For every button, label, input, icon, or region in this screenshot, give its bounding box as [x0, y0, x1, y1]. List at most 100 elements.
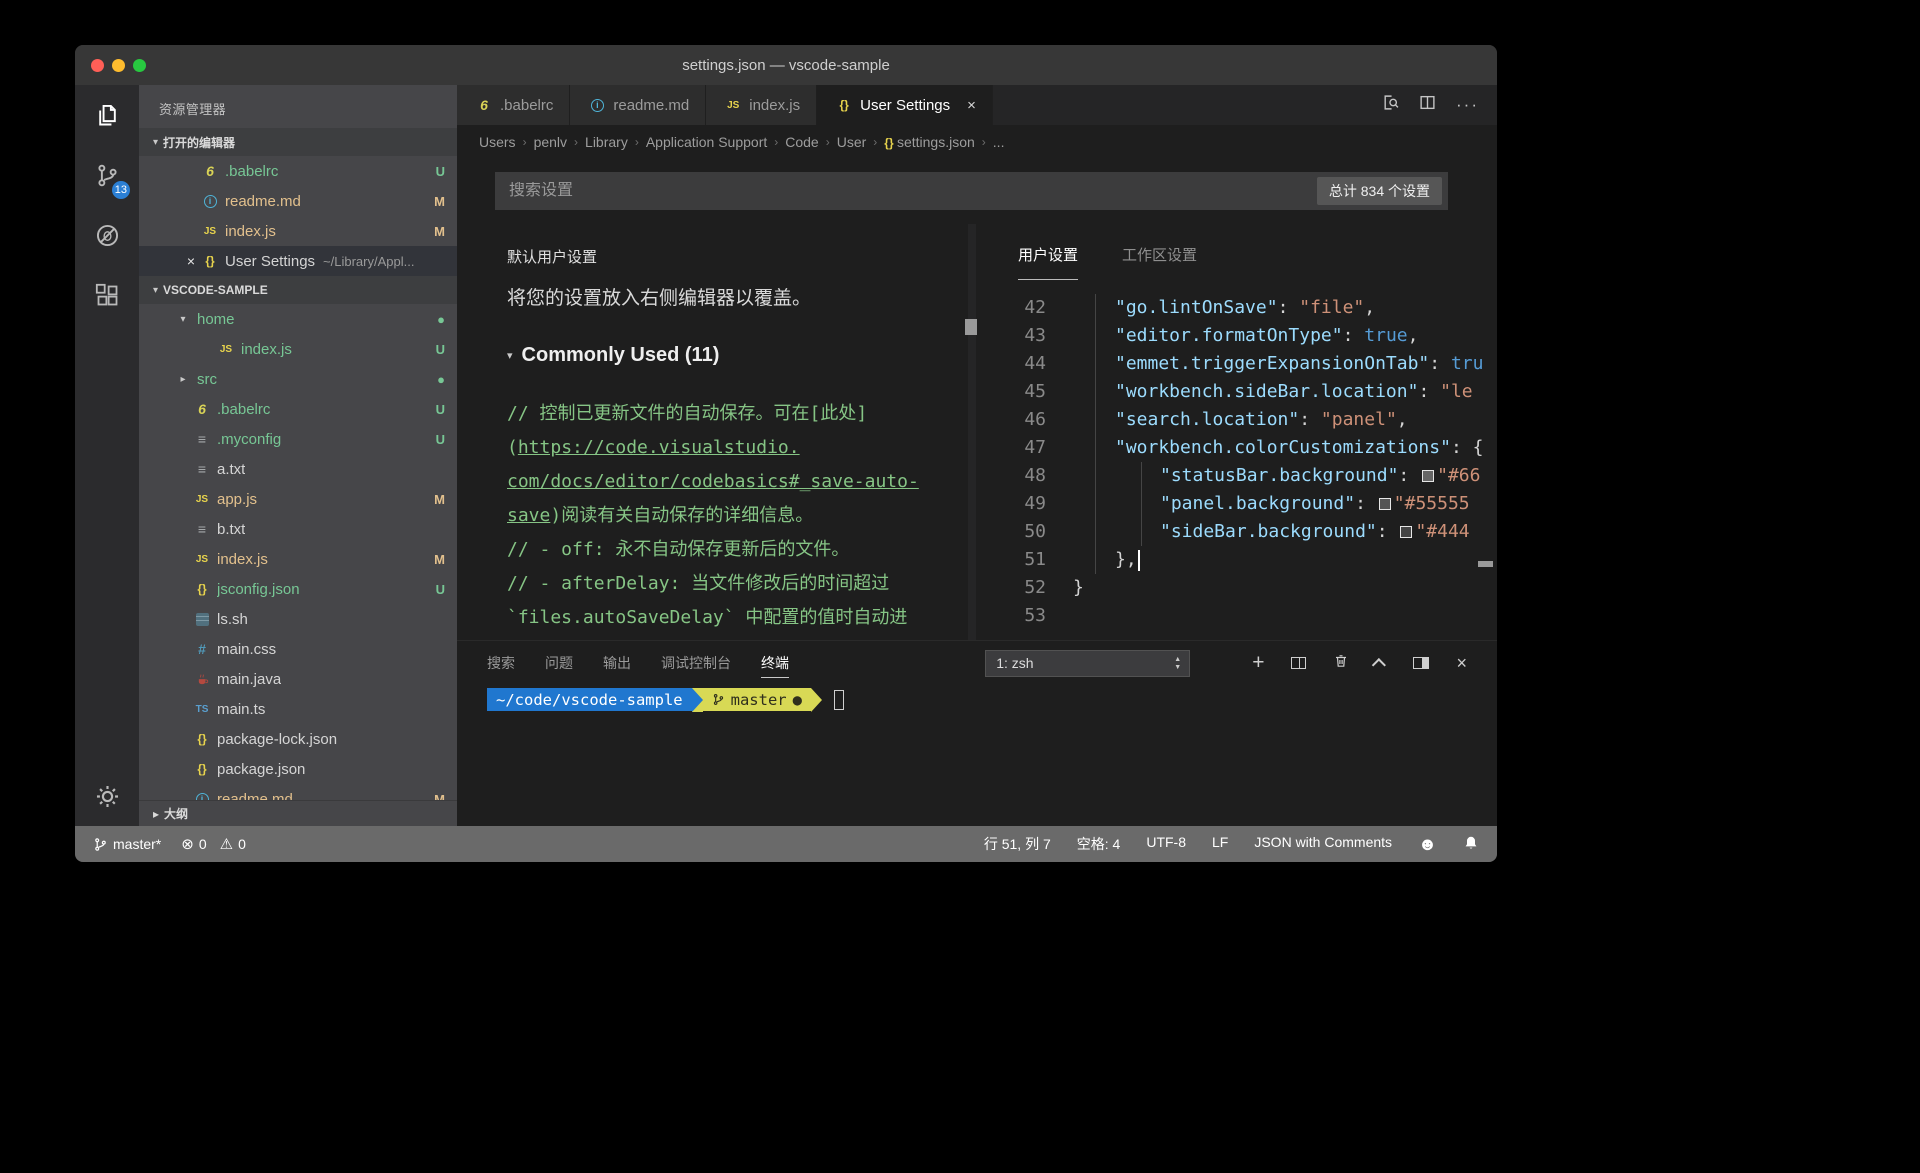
settings-scope-tab[interactable]: 用户设置 — [1018, 244, 1078, 280]
breadcrumb-item[interactable]: User — [837, 134, 867, 150]
feedback-smiley-icon[interactable]: ☻ — [1418, 834, 1437, 855]
tree-item[interactable]: ≡a.txt — [139, 454, 457, 484]
new-terminal-icon[interactable]: + — [1252, 655, 1264, 671]
tree-item[interactable]: {}package-lock.json — [139, 724, 457, 754]
tab-label: .babelrc — [500, 97, 553, 114]
sidebar-title: 资源管理器 — [139, 85, 457, 128]
debug-icon[interactable] — [75, 205, 139, 265]
tree-item[interactable]: {}jsconfig.jsonU — [139, 574, 457, 604]
file-label: .babelrc — [225, 163, 278, 180]
editor-tab-user-settings[interactable]: {}User Settings× — [817, 85, 993, 125]
search-editor-icon[interactable] — [1382, 94, 1399, 116]
status-item[interactable]: UTF-8 — [1146, 834, 1186, 854]
open-editor-item[interactable]: ireadme.mdM — [139, 186, 457, 216]
breadcrumb-item[interactable]: Library — [585, 134, 628, 150]
git-branch-status[interactable]: master* — [93, 836, 161, 852]
extensions-icon[interactable] — [75, 265, 139, 325]
panel-tab-问题[interactable]: 问题 — [545, 649, 573, 678]
split-editor-icon[interactable] — [1419, 94, 1436, 116]
panel-tab-终端[interactable]: 终端 — [761, 649, 789, 678]
close-window-button[interactable] — [91, 59, 104, 72]
panel-tab-调试控制台[interactable]: 调试控制台 — [661, 649, 731, 678]
js-file-icon: JS — [193, 494, 211, 505]
explorer-icon[interactable] — [75, 85, 139, 145]
panel-tab-搜索[interactable]: 搜索 — [487, 649, 515, 678]
breadcrumb-item[interactable]: Users — [479, 134, 516, 150]
git-status-badge: ● — [431, 312, 445, 327]
notifications-bell-icon[interactable] — [1463, 835, 1479, 854]
open-editor-item[interactable]: JSindex.jsM — [139, 216, 457, 246]
breadcrumb-item[interactable]: penlv — [534, 134, 567, 150]
kill-terminal-icon[interactable] — [1333, 653, 1349, 674]
open-editor-item[interactable]: 6.babelrcU — [139, 156, 457, 186]
split-terminal-icon[interactable] — [1291, 657, 1306, 669]
close-tab-icon[interactable]: × — [967, 97, 976, 114]
file-label: index.js — [241, 341, 292, 358]
status-item[interactable]: JSON with Comments — [1254, 834, 1392, 854]
status-bar: master* ⊗ 0 ⚠ 0 行 51, 列 7 空格: 4 UTF-8 LF JSO… — [75, 826, 1497, 862]
file-label: src — [197, 371, 217, 388]
breadcrumb-item[interactable]: {} settings.json — [884, 134, 975, 150]
settings-gear-icon[interactable] — [75, 766, 139, 826]
tree-item[interactable]: JSapp.jsM — [139, 484, 457, 514]
tree-item[interactable]: JSindex.jsM — [139, 544, 457, 574]
status-item[interactable]: 行 51, 列 7 — [984, 834, 1051, 854]
doc-link[interactable]: com/docs/editor/codebasics#_save-auto- — [507, 471, 919, 492]
js-file-icon: JS — [217, 344, 235, 355]
git-status-badge: M — [428, 194, 445, 209]
project-section-header[interactable]: ▾ VSCODE-SAMPLE — [139, 276, 457, 304]
tree-item[interactable]: 6.babelrcU — [139, 394, 457, 424]
tree-item[interactable]: ▸src● — [139, 364, 457, 394]
tree-item[interactable]: ≡ .myconfig U — [139, 424, 457, 454]
toggle-panel-position-icon[interactable] — [1413, 657, 1429, 669]
status-item[interactable]: LF — [1212, 834, 1228, 854]
settings-hint-text: 将您的设置放入右侧编辑器以覆盖。 — [507, 283, 968, 310]
maximize-panel-icon[interactable] — [1372, 658, 1386, 672]
git-status-badge: ● — [431, 372, 445, 387]
breadcrumb-separator-icon: › — [574, 135, 578, 149]
editor-tab-readme-md[interactable]: ireadme.md — [570, 85, 706, 125]
open-editors-header[interactable]: ▾ 打开的编辑器 — [139, 128, 457, 156]
outline-section-header[interactable]: ▸ 大纲 — [139, 800, 457, 826]
open-editor-item[interactable]: ×{}User Settings~/Library/Appl... — [139, 246, 457, 276]
settings-scope-tab[interactable]: 工作区设置 — [1122, 244, 1197, 280]
close-panel-icon[interactable]: × — [1456, 653, 1467, 674]
tree-item[interactable]: ireadme.mdM — [139, 784, 457, 800]
color-swatch — [1379, 498, 1391, 510]
editor-tab-index-js[interactable]: JSindex.js — [706, 85, 817, 125]
settings-search-input[interactable] — [495, 182, 1162, 200]
problems-status[interactable]: ⊗ 0 ⚠ 0 — [181, 835, 246, 853]
git-status-badge: U — [430, 432, 445, 447]
tree-item[interactable]: ▾home● — [139, 304, 457, 334]
terminal[interactable]: ~/code/vscode-sample master ● — [457, 685, 1497, 826]
status-item[interactable]: 空格: 4 — [1077, 834, 1121, 854]
more-actions-icon[interactable]: ··· — [1456, 95, 1479, 115]
commonly-used-section[interactable]: ▾ Commonly Used (11) — [507, 344, 968, 367]
tree-item[interactable]: main.java — [139, 664, 457, 694]
lines-file-icon: ≡ — [193, 431, 211, 447]
terminal-picker-select[interactable]: 1: zsh ▲▼ — [985, 650, 1190, 677]
editor-tab--babelrc[interactable]: 6.babelrc — [457, 85, 570, 125]
breadcrumb-item[interactable]: Code — [785, 134, 818, 150]
doc-link[interactable]: https://code.visualstudio. — [518, 437, 800, 458]
comment-line: com/docs/editor/codebasics#_save-auto- — [507, 465, 968, 499]
tree-item[interactable]: {}package.json — [139, 754, 457, 784]
settings-json-editor[interactable]: 42"go.lintOnSave": "file",43"editor.form… — [976, 280, 1497, 640]
tree-item[interactable]: ls.sh — [139, 604, 457, 634]
breadcrumb-item[interactable]: Application Support — [646, 134, 767, 150]
doc-link[interactable]: save — [507, 505, 550, 526]
tree-item[interactable]: ≡b.txt — [139, 514, 457, 544]
tree-item[interactable]: TSmain.ts — [139, 694, 457, 724]
breadcrumb-separator-icon: › — [873, 135, 877, 149]
breadcrumb-item[interactable]: ... — [993, 134, 1005, 150]
minimize-window-button[interactable] — [112, 59, 125, 72]
source-control-icon[interactable]: 13 — [75, 145, 139, 205]
panel-tab-输出[interactable]: 输出 — [603, 649, 631, 678]
close-editor-icon[interactable]: × — [183, 253, 199, 269]
traffic-lights — [91, 45, 146, 85]
tree-item[interactable]: #main.css — [139, 634, 457, 664]
tree-item[interactable]: JSindex.jsU — [139, 334, 457, 364]
zoom-window-button[interactable] — [133, 59, 146, 72]
file-label: .myconfig — [217, 431, 281, 448]
pane-sash[interactable] — [968, 224, 976, 640]
